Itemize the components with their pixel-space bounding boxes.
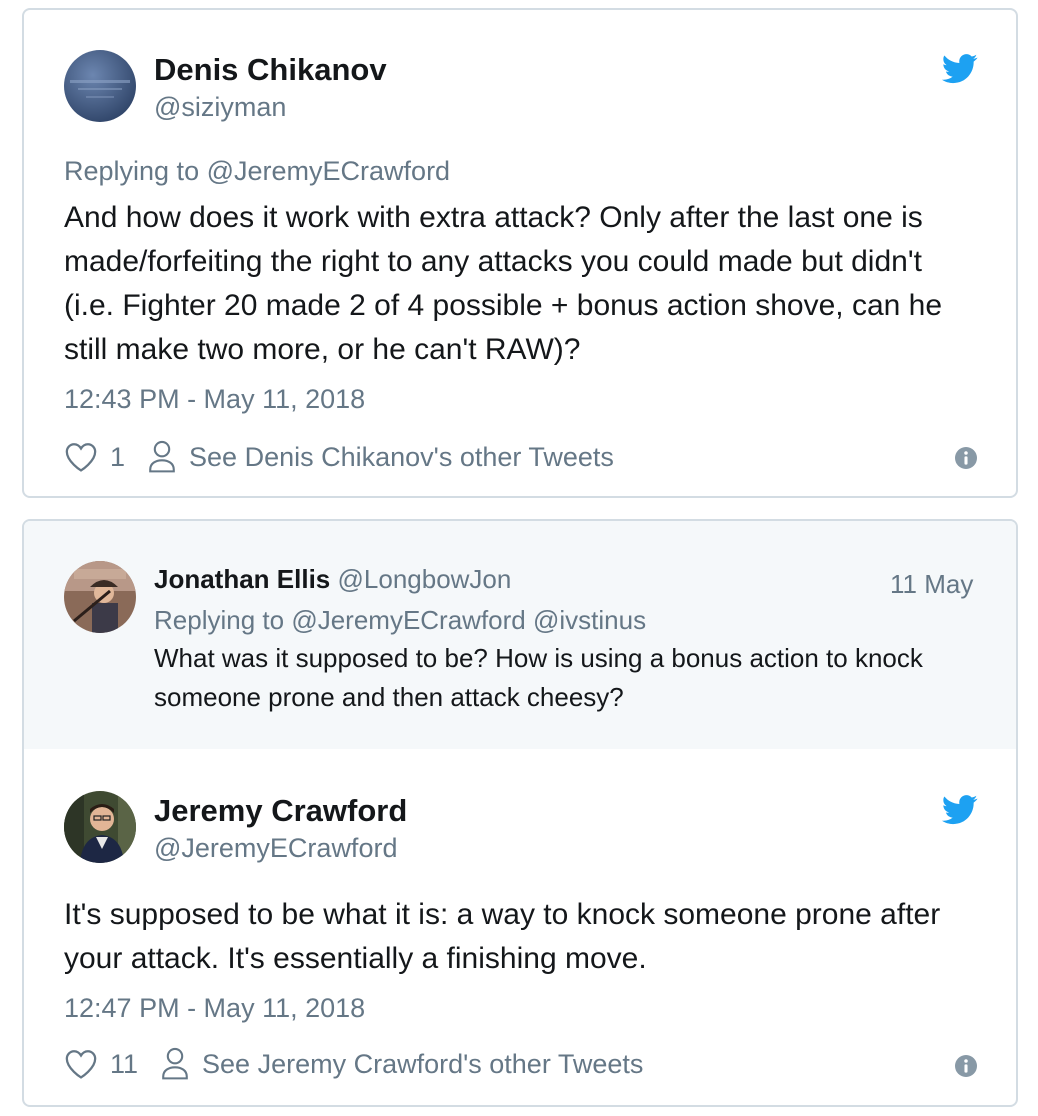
quoted-text: What was it supposed to be? How is using…	[154, 643, 923, 712]
like-count[interactable]: 11	[110, 1049, 138, 1080]
info-icon[interactable]	[955, 1055, 977, 1077]
like-count[interactable]: 1	[110, 442, 125, 473]
replying-prefix: Replying to	[154, 605, 285, 635]
twitter-bird-icon[interactable]	[942, 54, 978, 84]
tweet-text: And how does it work with extra attack? …	[64, 201, 943, 366]
quoted-author[interactable]: Jonathan Ellis @LongbowJon	[154, 564, 511, 595]
other-tweets-link[interactable]: See Jeremy Crawford's other Tweets	[202, 1049, 643, 1080]
quoted-tweet[interactable]: Jonathan Ellis @LongbowJon 11 May Replyi…	[24, 521, 1016, 749]
quoted-date[interactable]: 11 May	[890, 569, 973, 600]
display-name[interactable]: Jonathan Ellis	[154, 564, 330, 594]
tweet-card-2: Jonathan Ellis @LongbowJon 11 May Replyi…	[22, 519, 1018, 1107]
tweet-text: It's supposed to be what it is: a way to…	[64, 898, 941, 975]
person-icon	[149, 440, 175, 473]
tweet-actions: 11 See Jeremy Crawford's other Tweets	[64, 1047, 643, 1081]
mention-link[interactable]: @JeremyECrawford @ivstinus	[291, 605, 646, 635]
other-tweets-link[interactable]: See Denis Chikanov's other Tweets	[189, 442, 614, 473]
avatar[interactable]	[64, 50, 136, 122]
tweet-actions: 1 See Denis Chikanov's other Tweets	[64, 440, 614, 474]
avatar[interactable]	[64, 561, 136, 633]
user-handle[interactable]: @JeremyECrawford	[154, 833, 397, 864]
person-icon	[162, 1047, 188, 1080]
user-handle[interactable]: @LongbowJon	[338, 564, 512, 594]
avatar[interactable]	[64, 791, 136, 863]
display-name[interactable]: Jeremy Crawford	[154, 793, 407, 829]
replying-to: Replying to @JeremyECrawford @ivstinus	[154, 605, 646, 636]
replying-prefix: Replying to	[64, 156, 200, 186]
twitter-bird-icon[interactable]	[942, 795, 978, 825]
timestamp-link[interactable]: 12:43 PM - May 11, 2018	[64, 384, 365, 415]
user-handle[interactable]: @siziyman	[154, 92, 286, 123]
info-icon[interactable]	[955, 447, 977, 469]
heart-icon[interactable]	[64, 441, 98, 473]
mention-link[interactable]: @JeremyECrawford	[207, 156, 450, 186]
display-name[interactable]: Denis Chikanov	[154, 52, 387, 88]
heart-icon[interactable]	[64, 1048, 98, 1080]
timestamp-link[interactable]: 12:47 PM - May 11, 2018	[64, 993, 365, 1024]
replying-to: Replying to @JeremyECrawford	[64, 156, 450, 187]
tweet-card-1: Denis Chikanov @siziyman Replying to @Je…	[22, 8, 1018, 498]
